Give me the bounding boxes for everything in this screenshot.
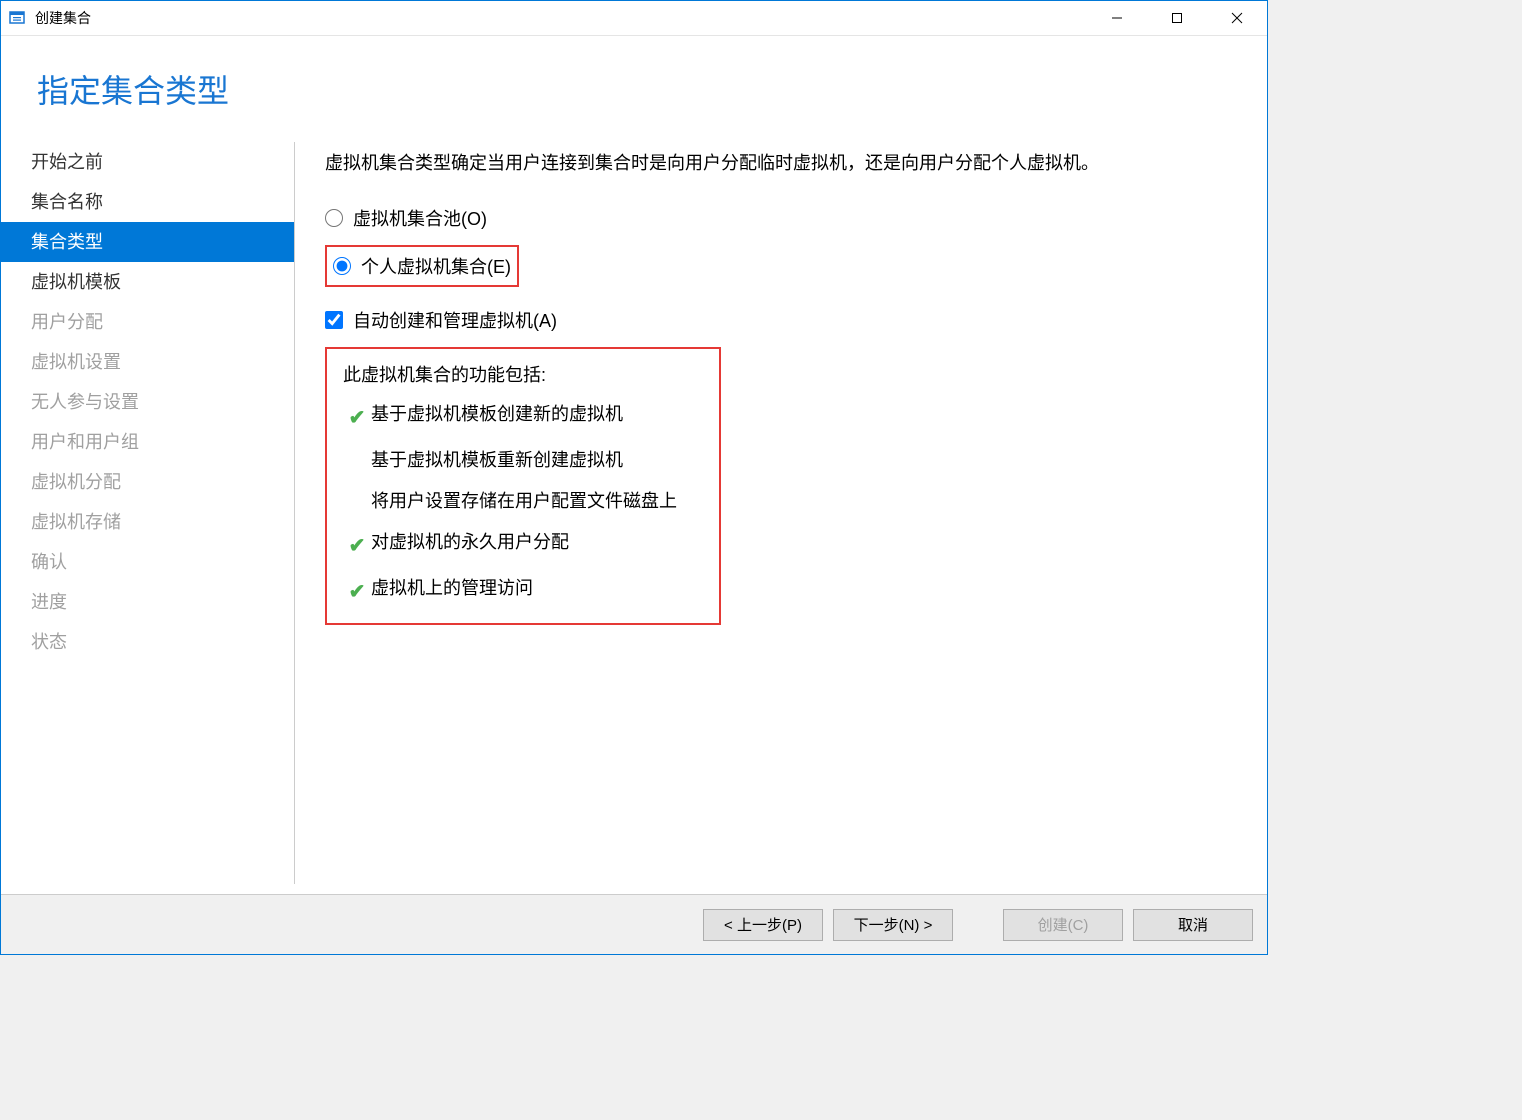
feature-item-1: 基于虚拟机模板重新创建虚拟机 (343, 447, 703, 474)
feature-text: 将用户设置存储在用户配置文件磁盘上 (371, 488, 703, 515)
feature-item-0: ✔基于虚拟机模板创建新的虚拟机 (343, 401, 703, 433)
sidebar: 开始之前集合名称集合类型虚拟机模板用户分配虚拟机设置无人参与设置用户和用户组虚拟… (1, 132, 294, 894)
radio-pool-input[interactable] (325, 209, 343, 227)
nav-item-3[interactable]: 虚拟机模板 (1, 262, 294, 302)
checkmark-icon: ✔ (343, 529, 371, 561)
radio-option-pool[interactable]: 虚拟机集合池(O) (325, 203, 1237, 233)
nav-item-4: 用户分配 (1, 302, 294, 342)
radio-option-personal[interactable]: 个人虚拟机集合(E) (333, 251, 511, 281)
next-button[interactable]: 下一步(N) > (833, 909, 953, 941)
app-icon (9, 9, 27, 27)
footer: < 上一步(P) 下一步(N) > 创建(C) 取消 (1, 894, 1267, 954)
features-title: 此虚拟机集合的功能包括: (343, 361, 703, 387)
nav-item-9: 虚拟机存储 (1, 502, 294, 542)
feature-text: 对虚拟机的永久用户分配 (371, 529, 703, 556)
checkbox-auto-input[interactable] (325, 311, 343, 329)
wizard-window: 创建集合 指定集合类型 开始之前集合名称集合类型虚拟机模板用户分配虚拟机设置无人… (0, 0, 1268, 955)
window-title: 创建集合 (35, 8, 91, 28)
feature-text: 基于虚拟机模板创建新的虚拟机 (371, 401, 703, 428)
radio-personal-label[interactable]: 个人虚拟机集合(E) (361, 253, 511, 279)
feature-item-2: 将用户设置存储在用户配置文件磁盘上 (343, 488, 703, 515)
cancel-button[interactable]: 取消 (1133, 909, 1253, 941)
nav-item-1[interactable]: 集合名称 (1, 182, 294, 222)
titlebar: 创建集合 (1, 1, 1267, 36)
content-pane: 虚拟机集合类型确定当用户连接到集合时是向用户分配临时虚拟机，还是向用户分配个人虚… (295, 132, 1267, 894)
checkbox-auto-label[interactable]: 自动创建和管理虚拟机(A) (353, 307, 557, 333)
titlebar-controls (1087, 1, 1267, 35)
checkbox-auto-manage[interactable]: 自动创建和管理虚拟机(A) (325, 305, 1237, 335)
minimize-button[interactable] (1087, 1, 1147, 35)
create-button: 创建(C) (1003, 909, 1123, 941)
header: 指定集合类型 (1, 36, 1267, 132)
nav-item-0[interactable]: 开始之前 (1, 142, 294, 182)
features-list: ✔基于虚拟机模板创建新的虚拟机基于虚拟机模板重新创建虚拟机将用户设置存储在用户配… (343, 401, 703, 607)
nav-item-11: 进度 (1, 582, 294, 622)
nav-item-5: 虚拟机设置 (1, 342, 294, 382)
feature-check-empty (343, 447, 371, 449)
close-button[interactable] (1207, 1, 1267, 35)
checkmark-icon: ✔ (343, 401, 371, 433)
wizard-body: 开始之前集合名称集合类型虚拟机模板用户分配虚拟机设置无人参与设置用户和用户组虚拟… (1, 132, 1267, 894)
feature-text: 基于虚拟机模板重新创建虚拟机 (371, 447, 703, 474)
radio-personal-input[interactable] (333, 257, 351, 275)
nav-item-2[interactable]: 集合类型 (1, 222, 294, 262)
nav-item-8: 虚拟机分配 (1, 462, 294, 502)
nav-item-12: 状态 (1, 622, 294, 662)
description-text: 虚拟机集合类型确定当用户连接到集合时是向用户分配临时虚拟机，还是向用户分配个人虚… (325, 150, 1237, 177)
nav-item-7: 用户和用户组 (1, 422, 294, 462)
feature-check-empty (343, 488, 371, 490)
feature-item-4: ✔虚拟机上的管理访问 (343, 575, 703, 607)
checkmark-icon: ✔ (343, 575, 371, 607)
previous-button[interactable]: < 上一步(P) (703, 909, 823, 941)
nav-item-10: 确认 (1, 542, 294, 582)
page-title: 指定集合类型 (37, 66, 1231, 112)
radio-pool-label[interactable]: 虚拟机集合池(O) (353, 205, 487, 231)
nav-item-6: 无人参与设置 (1, 382, 294, 422)
feature-text: 虚拟机上的管理访问 (371, 575, 703, 602)
feature-item-3: ✔对虚拟机的永久用户分配 (343, 529, 703, 561)
features-highlight-box: 此虚拟机集合的功能包括: ✔基于虚拟机模板创建新的虚拟机基于虚拟机模板重新创建虚… (325, 347, 721, 625)
radio-option-personal-highlight: 个人虚拟机集合(E) (325, 245, 519, 287)
maximize-button[interactable] (1147, 1, 1207, 35)
